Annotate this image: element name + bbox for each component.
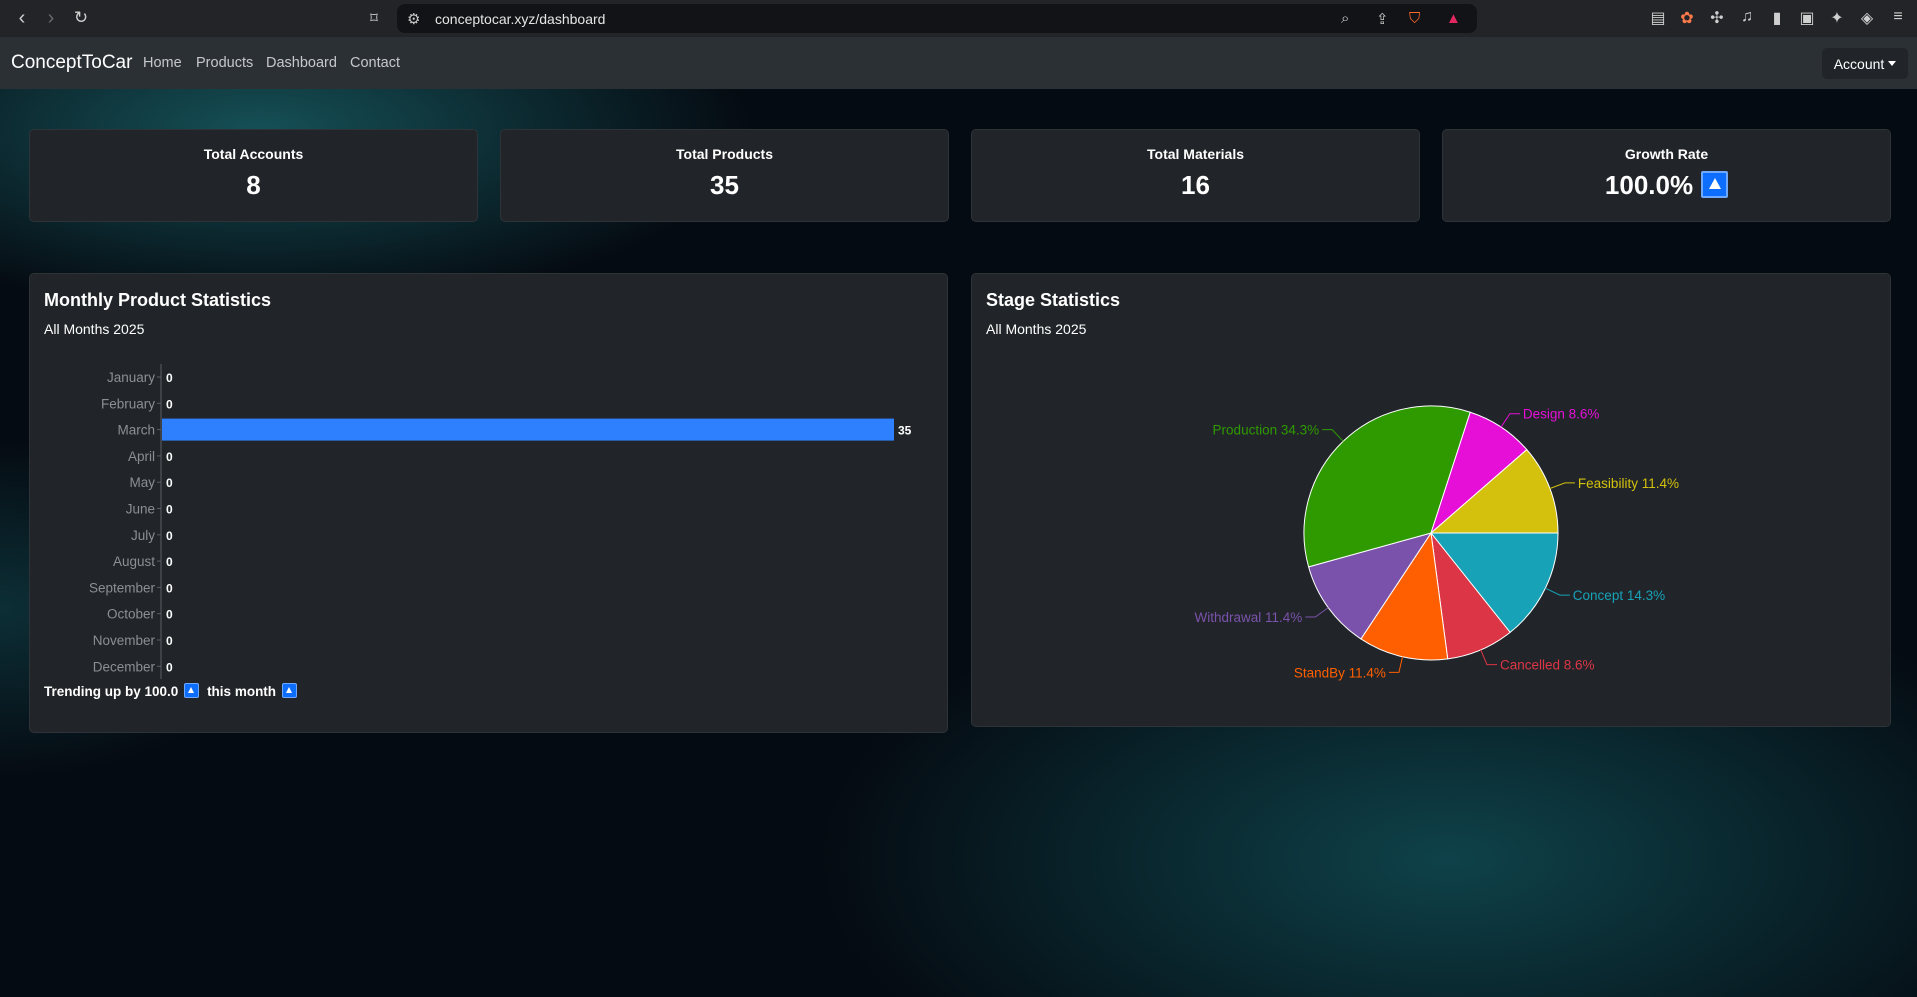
reload-icon[interactable]: ↻ <box>67 4 95 32</box>
bar-value-label: 0 <box>166 660 173 674</box>
bar-value-label: 0 <box>166 503 173 517</box>
back-icon[interactable]: ‹ <box>8 4 36 32</box>
account-dropdown-button[interactable]: Account <box>1822 48 1908 79</box>
bar-value-label: 0 <box>166 529 173 543</box>
browser-toolbar: ‹ › ↻ ⌑ ⚙ conceptocar.xyz/dashboard ⌕ ⇪ … <box>0 0 1917 37</box>
nav-link-contact[interactable]: Contact <box>350 55 400 71</box>
pie-leader-line <box>1549 482 1575 489</box>
reader-icon[interactable]: ▤ <box>1648 8 1668 28</box>
pie-leader-line <box>1545 587 1570 596</box>
y-tick-label: January <box>107 370 155 385</box>
stat-value-growth: 100.0% <box>1443 170 1890 201</box>
monthly-stats-panel: Monthly Product Statistics All Months 20… <box>29 273 948 733</box>
pie-leader-line <box>1480 649 1497 666</box>
arrow-up-icon <box>282 682 298 698</box>
monthly-bar-chart: January 0February 0March 35April 0May 0June 0J… <box>89 364 912 679</box>
stat-title: Total Accounts <box>203 146 304 162</box>
bar-value-label: 0 <box>166 634 173 648</box>
app-navbar: ConceptToCar Home Products Dashboard Con… <box>0 37 1917 89</box>
stat-title: Total Products <box>676 146 773 162</box>
pie-slice-label: Concept 14.3% <box>1573 588 1665 603</box>
nav-link-products[interactable]: Products <box>196 55 253 71</box>
wallet-icon[interactable]: ▣ <box>1797 8 1817 28</box>
stage-pie-chart: Concept 14.3% Cancelled 8.6% StandBy 11.4%… <box>1195 405 1679 680</box>
stat-card-accounts: Total Accounts 8 <box>29 129 478 222</box>
stat-card-products: Total Products 35 <box>500 129 949 222</box>
y-tick-label: July <box>131 528 155 543</box>
arrow-up-icon <box>184 682 200 698</box>
address-bar[interactable]: ⚙ conceptocar.xyz/dashboard ⌕ ⇪ ⛉ ▲ <box>397 4 1477 33</box>
pie-slice-label: Design 8.6% <box>1523 407 1600 422</box>
brave-shield-icon[interactable]: ⛉ <box>1409 10 1420 27</box>
trend-prefix: Trending up by 100.0 <box>44 684 179 699</box>
y-tick-label: February <box>101 396 155 411</box>
menu-icon[interactable]: ≡ <box>1888 8 1908 26</box>
music-icon[interactable]: ♫ <box>1737 8 1757 26</box>
y-tick-label: May <box>129 475 155 490</box>
zoom-icon[interactable]: ⌕ <box>1341 10 1349 27</box>
pie-leader-line <box>1500 413 1520 428</box>
stage-stats-panel: Stage Statistics All Months 2025 Concept… <box>971 273 1891 727</box>
y-tick-label: November <box>93 633 156 648</box>
bar-value-label: 0 <box>166 555 173 569</box>
y-tick-label: December <box>93 659 156 674</box>
puzzle-icon[interactable]: ✣ <box>1707 8 1727 28</box>
brand-link[interactable]: ConceptToCar <box>11 52 132 74</box>
nav-link-dashboard[interactable]: Dashboard <box>266 55 337 71</box>
bar <box>162 418 894 441</box>
bar-value-label: 0 <box>166 450 173 464</box>
pie-leader-line <box>1322 429 1344 442</box>
caret-down-icon <box>1888 61 1897 66</box>
bar-value-label: 0 <box>166 581 173 595</box>
trend-suffix: this month <box>207 684 277 699</box>
rewards-icon[interactable]: ▲ <box>1446 10 1461 27</box>
pie-slice-label: Feasibility 11.4% <box>1578 476 1679 491</box>
extension-icon[interactable]: ✿ <box>1677 8 1697 28</box>
stat-card-growth: Growth Rate 100.0% <box>1442 129 1891 222</box>
stat-value: 35 <box>710 170 739 200</box>
pie-slice-label: Production 34.3% <box>1213 423 1320 438</box>
y-tick-label: September <box>89 580 156 595</box>
growth-rate-value: 100.0% <box>1604 170 1694 200</box>
forward-icon[interactable]: › <box>37 4 65 32</box>
sidebar-icon[interactable]: ▮ <box>1767 8 1787 28</box>
stat-value: 16 <box>1181 170 1210 200</box>
stat-value: 8 <box>246 170 261 200</box>
leo-icon[interactable]: ✦ <box>1827 8 1847 28</box>
pie-slice-label: Cancelled 8.6% <box>1500 658 1595 673</box>
stat-title: Growth Rate <box>1624 146 1709 162</box>
stat-title: Total Materials <box>1147 146 1244 162</box>
bar-value-label: 0 <box>166 397 173 411</box>
trend-text: Trending up by 100.0 this month <box>44 682 298 700</box>
bar-value-label: 0 <box>166 371 173 385</box>
stat-card-materials: Total Materials 16 <box>971 129 1420 222</box>
vpn-icon[interactable]: ◈ <box>1857 8 1877 28</box>
pie-slice-label: Withdrawal 11.4% <box>1195 610 1303 625</box>
bar-value-label: 35 <box>898 424 912 438</box>
y-tick-label: April <box>128 449 155 464</box>
y-tick-label: March <box>117 423 155 438</box>
nav-link-home[interactable]: Home <box>143 55 182 71</box>
share-icon[interactable]: ⇪ <box>1376 10 1389 28</box>
arrow-up-icon <box>1701 170 1729 198</box>
y-tick-label: June <box>126 502 155 517</box>
panel-title: Monthly Product Statistics <box>44 290 272 310</box>
pie-slice-label: StandBy 11.4% <box>1294 665 1386 680</box>
pie-leader-line <box>1388 656 1404 673</box>
bookmark-icon[interactable]: ⌑ <box>360 4 388 32</box>
y-tick-label: October <box>107 607 156 622</box>
account-label: Account <box>1833 55 1885 72</box>
pie-leader-line <box>1305 607 1329 618</box>
y-tick-label: August <box>113 554 155 569</box>
bar-value-label: 0 <box>166 608 173 622</box>
bar-value-label: 0 <box>166 476 173 490</box>
site-settings-icon[interactable]: ⚙ <box>407 10 420 28</box>
panel-subtitle: All Months 2025 <box>44 321 145 337</box>
url-text[interactable]: conceptocar.xyz/dashboard <box>435 11 605 27</box>
